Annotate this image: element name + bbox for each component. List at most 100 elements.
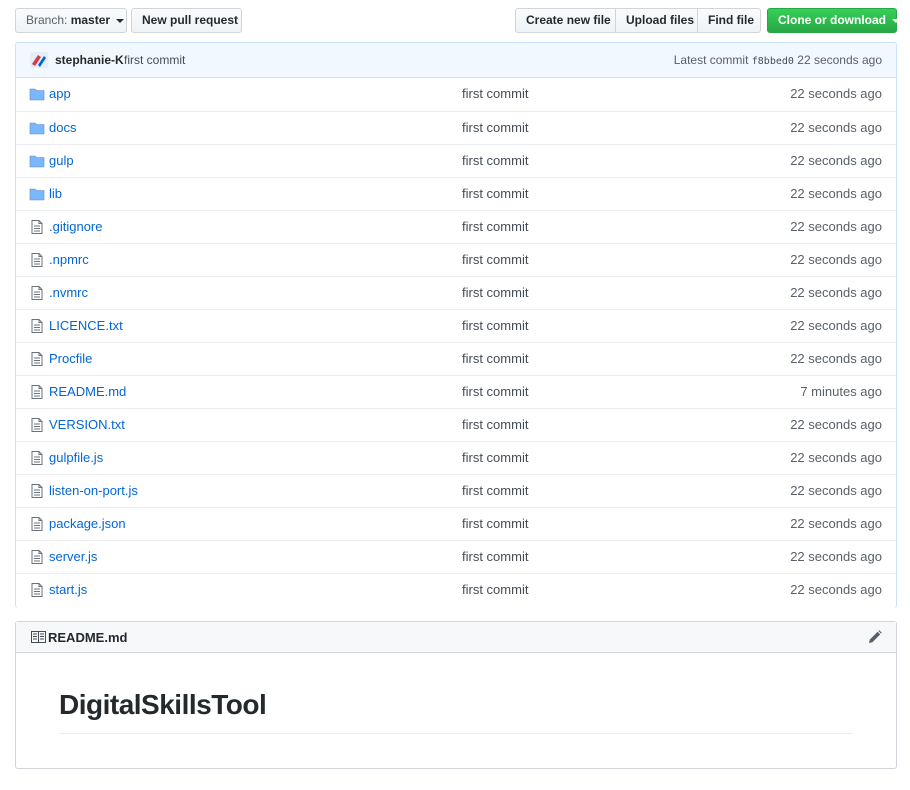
create-new-file-button[interactable]: Create new file <box>515 8 616 33</box>
file-commit-message[interactable]: first commit <box>462 219 528 234</box>
file-row: listen-on-port.js first commit 22 seconds … <box>16 474 896 507</box>
file-row: lib first commit 22 seconds ago <box>16 177 896 210</box>
file-name-link[interactable]: gulp <box>49 153 74 168</box>
file-row: .npmrc first commit 22 seconds ago <box>16 243 896 276</box>
file-name-link[interactable]: gulpfile.js <box>49 450 103 465</box>
file-commit-message[interactable]: first commit <box>462 153 528 168</box>
commit-message[interactable]: first commit <box>124 53 185 67</box>
branch-select-button[interactable]: Branch: master <box>15 8 127 33</box>
file-row: server.js first commit 22 seconds ago <box>16 540 896 573</box>
file-icon <box>29 484 45 498</box>
file-age: 22 seconds ago <box>790 582 882 597</box>
file-row: Procfile first commit 22 seconds ago <box>16 342 896 375</box>
file-age: 22 seconds ago <box>790 450 882 465</box>
commit-sha[interactable]: f8bbed0 <box>752 56 794 67</box>
file-commit-message[interactable]: first commit <box>462 582 528 597</box>
file-name-link[interactable]: LICENCE.txt <box>49 318 123 333</box>
file-row: VERSION.txt first commit 22 seconds ago <box>16 408 896 441</box>
file-row: .nvmrc first commit 22 seconds ago <box>16 276 896 309</box>
readme-box: README.md DigitalSkillsTool <box>15 621 897 769</box>
file-age: 22 seconds ago <box>790 516 882 531</box>
file-row: docs first commit 22 seconds ago <box>16 111 896 144</box>
file-row: .gitignore first commit 22 seconds ago <box>16 210 896 243</box>
file-age: 22 seconds ago <box>790 252 882 267</box>
readme-filename: README.md <box>48 630 128 645</box>
file-name-link[interactable]: listen-on-port.js <box>49 483 138 498</box>
branch-name: master <box>70 13 111 27</box>
file-age: 22 seconds ago <box>790 120 882 135</box>
folder-icon <box>29 121 45 135</box>
file-name-link[interactable]: README.md <box>49 384 126 399</box>
file-age: 7 minutes ago <box>800 384 882 399</box>
latest-commit-bar: stephanie-K first commit Latest commit f… <box>16 43 896 78</box>
file-icon <box>29 550 45 564</box>
file-icon <box>29 319 45 333</box>
file-name-link[interactable]: Procfile <box>49 351 92 366</box>
file-name-link[interactable]: app <box>49 86 71 101</box>
file-icon <box>29 385 45 399</box>
file-icon <box>29 418 45 432</box>
file-commit-message[interactable]: first commit <box>462 450 528 465</box>
commit-author[interactable]: stephanie-K <box>55 53 124 67</box>
file-age: 22 seconds ago <box>790 86 882 101</box>
book-icon <box>31 631 46 643</box>
clone-or-download-button[interactable]: Clone or download <box>767 8 901 33</box>
file-name-link[interactable]: server.js <box>49 549 97 564</box>
file-icon <box>29 352 45 366</box>
file-age: 22 seconds ago <box>790 483 882 498</box>
file-icon <box>29 220 45 234</box>
branch-prefix: Branch: <box>26 13 68 27</box>
file-name-link[interactable]: .nvmrc <box>49 285 88 300</box>
file-row: start.js first commit 22 seconds ago <box>16 573 896 606</box>
file-age: 22 seconds ago <box>790 219 882 234</box>
readme-heading: DigitalSkillsTool <box>59 689 267 720</box>
file-age: 22 seconds ago <box>790 417 882 432</box>
file-commit-message[interactable]: first commit <box>462 549 528 564</box>
file-commit-message[interactable]: first commit <box>462 318 528 333</box>
pencil-icon[interactable] <box>868 630 882 644</box>
file-rows: app first commit 22 seconds ago docs first c… <box>16 78 896 606</box>
readme-header: README.md <box>16 622 896 653</box>
file-commit-message[interactable]: first commit <box>462 384 528 399</box>
file-age: 22 seconds ago <box>790 351 882 366</box>
file-row: app first commit 22 seconds ago <box>16 78 896 111</box>
avatar[interactable] <box>30 52 48 68</box>
file-commit-message[interactable]: first commit <box>462 516 528 531</box>
chevron-down-icon <box>116 18 125 23</box>
file-icon <box>29 583 45 597</box>
latest-commit-label: Latest commit <box>673 53 749 67</box>
new-pull-request-button[interactable]: New pull request <box>131 8 242 33</box>
file-icon <box>29 451 45 465</box>
file-commit-message[interactable]: first commit <box>462 120 528 135</box>
file-name-link[interactable]: .npmrc <box>49 252 89 267</box>
file-name-link[interactable]: VERSION.txt <box>49 417 125 432</box>
file-commit-message[interactable]: first commit <box>462 483 528 498</box>
file-actions-group: Create new file Upload files Find file <box>515 8 761 33</box>
file-age: 22 seconds ago <box>790 186 882 201</box>
upload-files-button[interactable]: Upload files <box>615 8 698 33</box>
file-row: README.md first commit 7 minutes ago <box>16 375 896 408</box>
file-commit-message[interactable]: first commit <box>462 86 528 101</box>
file-name-link[interactable]: docs <box>49 120 76 135</box>
file-name-link[interactable]: .gitignore <box>49 219 102 234</box>
file-icon <box>29 517 45 531</box>
file-commit-message[interactable]: first commit <box>462 252 528 267</box>
file-navigation-toolbar: Branch: master New pull request Create n… <box>15 8 901 34</box>
file-row: gulpfile.js first commit 22 seconds ago <box>16 441 896 474</box>
file-commit-message[interactable]: first commit <box>462 186 528 201</box>
file-age: 22 seconds ago <box>790 285 882 300</box>
file-name-link[interactable]: package.json <box>49 516 126 531</box>
file-icon <box>29 286 45 300</box>
file-age: 22 seconds ago <box>790 549 882 564</box>
find-file-button[interactable]: Find file <box>697 8 761 33</box>
chevron-down-icon <box>892 18 901 23</box>
clone-label: Clone or download <box>778 13 886 27</box>
file-row: package.json first commit 22 seconds ago <box>16 507 896 540</box>
file-name-link[interactable]: lib <box>49 186 62 201</box>
file-name-link[interactable]: start.js <box>49 582 87 597</box>
commit-age: 22 seconds ago <box>797 53 882 67</box>
file-commit-message[interactable]: first commit <box>462 351 528 366</box>
file-commit-message[interactable]: first commit <box>462 417 528 432</box>
file-commit-message[interactable]: first commit <box>462 285 528 300</box>
file-age: 22 seconds ago <box>790 318 882 333</box>
